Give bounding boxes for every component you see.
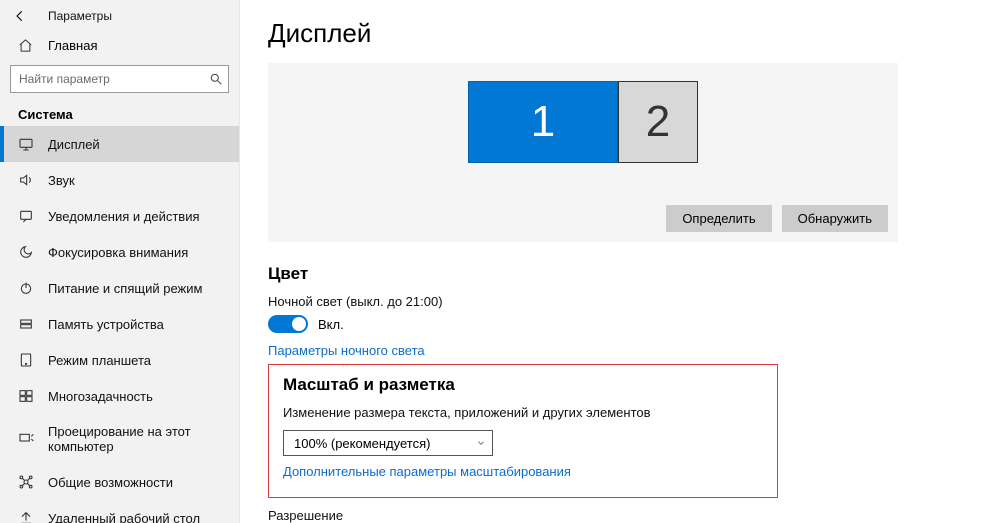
- tablet-icon: [18, 352, 34, 368]
- search-wrap: [0, 61, 239, 101]
- nightlight-label: Ночной свет (выкл. до 21:00): [268, 294, 972, 309]
- sidebar-item-label: Уведомления и действия: [48, 209, 200, 224]
- advanced-scaling-link[interactable]: Дополнительные параметры масштабирования: [283, 464, 571, 479]
- monitor-2[interactable]: 2: [618, 81, 698, 163]
- multitask-icon: [18, 388, 34, 404]
- storage-icon: [18, 316, 34, 332]
- home-icon: [18, 38, 34, 53]
- scale-value: 100% (рекомендуется): [294, 436, 430, 451]
- sidebar-item-focus[interactable]: Фокусировка внимания: [0, 234, 239, 270]
- notifications-icon: [18, 208, 34, 224]
- monitor-1[interactable]: 1: [468, 81, 618, 163]
- section-heading: Система: [0, 101, 239, 126]
- sidebar-item-power[interactable]: Питание и спящий режим: [0, 270, 239, 306]
- sidebar-item-label: Проецирование на этот компьютер: [48, 424, 221, 454]
- scale-label: Изменение размера текста, приложений и д…: [283, 405, 763, 420]
- toggle-state-text: Вкл.: [318, 317, 344, 332]
- resolution-label: Разрешение: [268, 508, 972, 523]
- sidebar-item-notifications[interactable]: Уведомления и действия: [0, 198, 239, 234]
- sidebar-item-tablet[interactable]: Режим планшета: [0, 342, 239, 378]
- sidebar: Параметры Главная Система Дисплей: [0, 0, 240, 523]
- sidebar-item-display[interactable]: Дисплей: [0, 126, 239, 162]
- sidebar-item-label: Многозадачность: [48, 389, 153, 404]
- sidebar-item-multitask[interactable]: Многозадачность: [0, 378, 239, 414]
- back-icon: [13, 9, 27, 23]
- scale-heading: Масштаб и разметка: [283, 375, 763, 395]
- sidebar-item-shared[interactable]: Общие возможности: [0, 464, 239, 500]
- color-heading: Цвет: [268, 264, 972, 284]
- sidebar-item-remote[interactable]: Удаленный рабочий стол: [0, 500, 239, 523]
- focus-icon: [18, 244, 34, 260]
- search-input[interactable]: [10, 65, 229, 93]
- display-arrange-panel: 1 2 Определить Обнаружить: [268, 63, 898, 242]
- sidebar-item-projecting[interactable]: Проецирование на этот компьютер: [0, 414, 239, 464]
- sidebar-item-label: Общие возможности: [48, 475, 173, 490]
- display-icon: [18, 136, 34, 152]
- identify-button[interactable]: Определить: [666, 205, 771, 232]
- shared-icon: [18, 474, 34, 490]
- remote-icon: [18, 510, 34, 523]
- scale-section-highlight: Масштаб и разметка Изменение размера тек…: [268, 364, 778, 498]
- page-title: Дисплей: [268, 18, 972, 49]
- back-button[interactable]: [12, 8, 28, 24]
- sidebar-item-label: Память устройства: [48, 317, 164, 332]
- sidebar-item-storage[interactable]: Память устройства: [0, 306, 239, 342]
- home-nav[interactable]: Главная: [0, 30, 239, 61]
- sidebar-item-label: Питание и спящий режим: [48, 281, 202, 296]
- sidebar-item-label: Дисплей: [48, 137, 100, 152]
- chevron-down-icon: [476, 438, 486, 448]
- projecting-icon: [18, 431, 34, 447]
- title-bar: Параметры: [0, 0, 239, 30]
- home-label: Главная: [48, 38, 97, 53]
- scale-select[interactable]: 100% (рекомендуется): [283, 430, 493, 456]
- sidebar-item-label: Звук: [48, 173, 75, 188]
- detect-button[interactable]: Обнаружить: [782, 205, 888, 232]
- sidebar-item-label: Режим планшета: [48, 353, 151, 368]
- sidebar-item-label: Фокусировка внимания: [48, 245, 188, 260]
- main-content: Дисплей 1 2 Определить Обнаружить Цвет Н…: [240, 0, 1000, 523]
- power-icon: [18, 280, 34, 296]
- nightlight-toggle[interactable]: [268, 315, 308, 333]
- sidebar-item-sound[interactable]: Звук: [0, 162, 239, 198]
- window-title: Параметры: [48, 9, 112, 23]
- nightlight-settings-link[interactable]: Параметры ночного света: [268, 343, 425, 358]
- sound-icon: [18, 172, 34, 188]
- sidebar-item-label: Удаленный рабочий стол: [48, 511, 200, 523]
